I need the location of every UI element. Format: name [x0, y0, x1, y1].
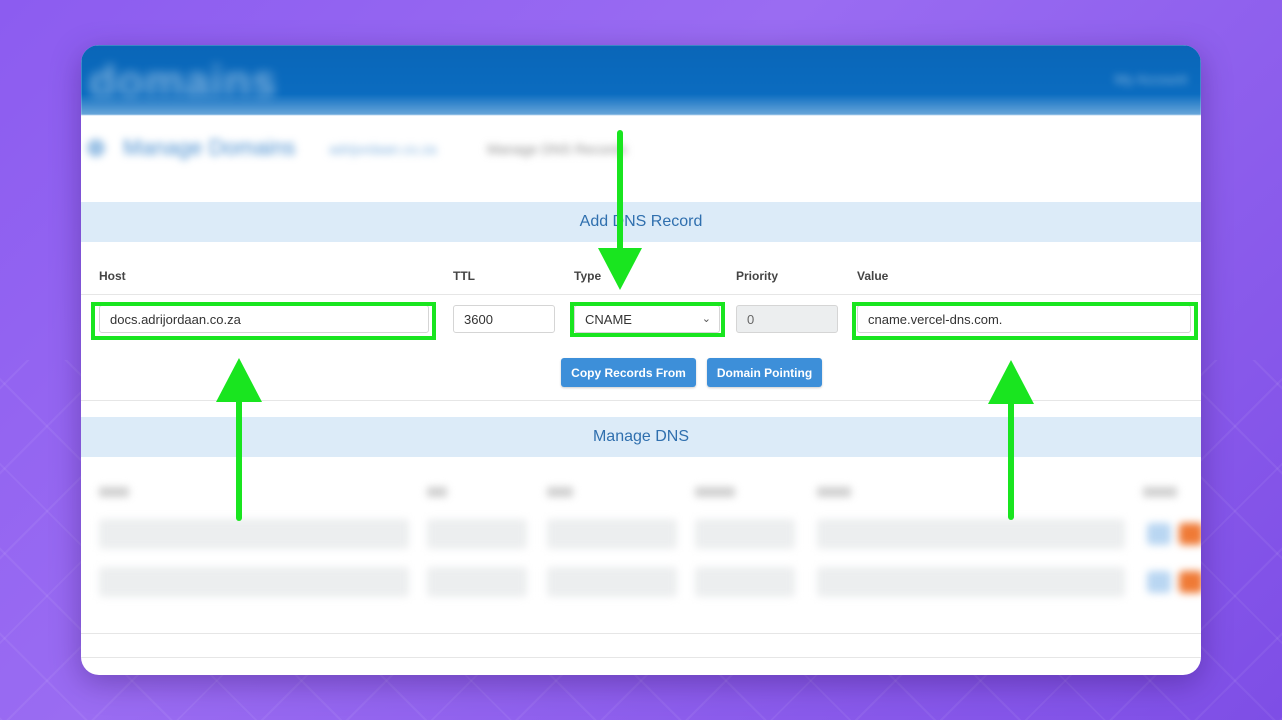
chevron-down-icon: ⌄: [701, 313, 711, 325]
breadcrumb-current: Manage DNS Records: [487, 141, 628, 157]
type-select-value: CNAME: [585, 311, 632, 327]
dns-records-table-blurred: [81, 475, 1201, 645]
blurred-header: [427, 487, 447, 497]
blurred-row-cell: [99, 519, 409, 549]
divider: [81, 633, 1201, 634]
blurred-row-cell: [817, 567, 1125, 597]
blurred-header: [547, 487, 573, 497]
blurred-edit-button: [1147, 571, 1171, 593]
blurred-header: [695, 487, 735, 497]
blurred-header: [1143, 487, 1177, 497]
col-type-label: Type: [574, 269, 602, 283]
col-value-label: Value: [857, 269, 889, 283]
breadcrumb-domain-link[interactable]: adrijordaan.co.za: [329, 141, 436, 157]
blurred-edit-button: [1147, 523, 1171, 545]
blurred-row-cell: [427, 519, 527, 549]
divider: [81, 294, 1201, 295]
blurred-row-cell: [547, 567, 677, 597]
host-input[interactable]: docs.adrijordaan.co.za: [99, 305, 429, 333]
priority-input: 0: [736, 305, 838, 333]
blurred-row-cell: [695, 567, 795, 597]
blurred-delete-button: [1179, 523, 1201, 545]
value-input[interactable]: cname.vercel-dns.com.: [857, 305, 1191, 333]
add-dns-record-header: Add DNS Record: [81, 202, 1201, 242]
blurred-row-cell: [99, 567, 409, 597]
back-icon[interactable]: [87, 139, 105, 157]
manage-dns-header: Manage DNS: [81, 417, 1201, 457]
breadcrumb-title[interactable]: Manage Domains: [123, 135, 295, 161]
browser-window: domains My Account Manage Domains adrijo…: [81, 45, 1201, 675]
copy-records-from-button[interactable]: Copy Records From: [561, 358, 696, 387]
col-host-label: Host: [99, 269, 126, 283]
col-priority-label: Priority: [736, 269, 779, 283]
top-navbar: domains My Account: [81, 45, 1201, 115]
blurred-header: [817, 487, 851, 497]
account-link[interactable]: My Account: [1115, 71, 1187, 87]
breadcrumb: Manage Domains adrijordaan.co.za Manage …: [81, 129, 1201, 169]
ttl-input[interactable]: 3600: [453, 305, 555, 333]
blurred-row-cell: [817, 519, 1125, 549]
blurred-header: [99, 487, 129, 497]
blurred-row-cell: [547, 519, 677, 549]
type-select[interactable]: CNAME ⌄: [574, 305, 720, 333]
blurred-row-cell: [427, 567, 527, 597]
blurred-row-cell: [695, 519, 795, 549]
brand-logo[interactable]: domains: [89, 57, 277, 107]
domain-pointing-button[interactable]: Domain Pointing: [707, 358, 822, 387]
col-ttl-label: TTL: [453, 269, 475, 283]
divider: [81, 657, 1201, 658]
blurred-delete-button: [1179, 571, 1201, 593]
divider: [81, 400, 1201, 401]
